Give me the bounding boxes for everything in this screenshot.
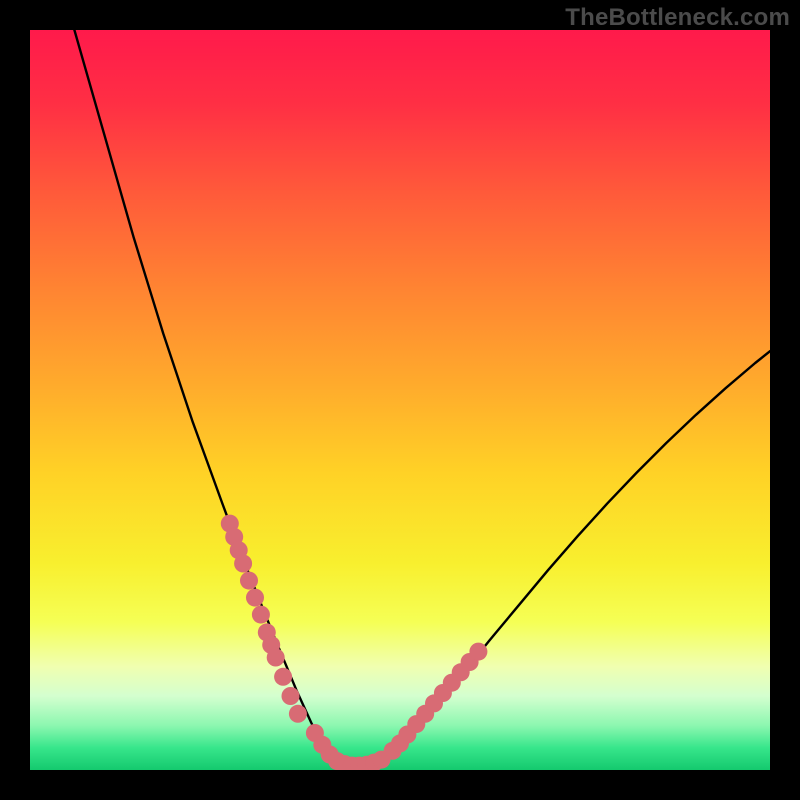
marker-dot <box>234 555 252 573</box>
marker-dot <box>289 705 307 723</box>
marker-dot <box>267 649 285 667</box>
marker-dot <box>252 606 270 624</box>
marker-dot <box>240 572 258 590</box>
marker-dot <box>246 589 264 607</box>
marker-dot <box>274 668 292 686</box>
marker-dot <box>282 687 300 705</box>
plot-area <box>30 30 770 770</box>
marker-dot <box>469 643 487 661</box>
chart-frame: TheBottleneck.com <box>0 0 800 800</box>
watermark-text: TheBottleneck.com <box>565 4 790 32</box>
gradient-background <box>30 30 770 770</box>
bottleneck-curve-chart <box>30 30 770 770</box>
